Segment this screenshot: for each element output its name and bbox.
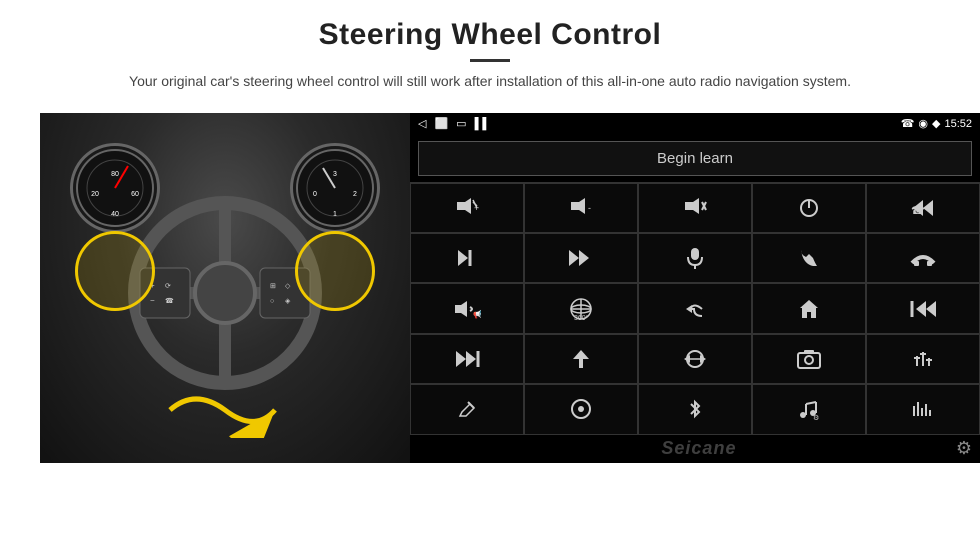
phone-status-icon: ☎ <box>901 117 915 130</box>
highlight-circle-right <box>295 231 375 311</box>
home-nav-icon[interactable]: ⬜ <box>434 117 448 130</box>
svg-text:3: 3 <box>333 171 337 178</box>
ctrl-skip-fwd[interactable] <box>524 233 638 283</box>
svg-text:80: 80 <box>111 171 119 178</box>
controls-grid: + - ☎ <box>410 182 980 435</box>
time-display: 15:52 <box>944 118 972 130</box>
title-divider <box>470 59 510 62</box>
ctrl-call[interactable] <box>752 233 866 283</box>
ctrl-hang-up[interactable] <box>866 233 980 283</box>
android-panel: ◁ ⬜ ▭ ▌▌ ☎ ◉ ◆ 15:52 Begin learn <box>410 113 980 463</box>
ctrl-bluetooth[interactable] <box>638 384 752 434</box>
ctrl-skip-end[interactable] <box>410 334 524 384</box>
title-section: Steering Wheel Control Your original car… <box>129 18 851 93</box>
svg-text:◈: ◈ <box>285 298 291 305</box>
ctrl-settings2[interactable] <box>524 384 638 434</box>
car-image: 80 40 20 60 3 1 0 2 <box>40 113 410 463</box>
ctrl-music[interactable]: ⚙ <box>752 384 866 434</box>
svg-text:○: ○ <box>270 298 274 305</box>
ctrl-mute[interactable] <box>638 183 752 233</box>
ctrl-edit[interactable] <box>410 384 524 434</box>
wifi-status-icon: ◆ <box>932 117 940 130</box>
ctrl-home[interactable] <box>752 283 866 333</box>
signal-icon: ▌▌ <box>475 118 491 130</box>
ctrl-switch[interactable] <box>638 334 752 384</box>
main-page: Steering Wheel Control Your original car… <box>0 0 980 547</box>
location-status-icon: ◉ <box>918 117 928 130</box>
begin-learn-button[interactable]: Begin learn <box>418 141 972 176</box>
svg-text:2: 2 <box>353 191 357 198</box>
steering-wheel: + − ⟳ ☎ ⊞ ◇ ○ ◈ <box>125 193 325 393</box>
ctrl-back[interactable] <box>638 283 752 333</box>
svg-text:-: - <box>588 203 591 213</box>
status-bar: ◁ ⬜ ▭ ▌▌ ☎ ◉ ◆ 15:52 <box>410 113 980 135</box>
svg-text:20: 20 <box>91 191 99 198</box>
ctrl-power[interactable] <box>752 183 866 233</box>
content-area: 80 40 20 60 3 1 0 2 <box>40 113 940 463</box>
settings-gear-icon[interactable]: ⚙ <box>956 438 972 459</box>
ctrl-prev-phone[interactable]: ☎ <box>866 183 980 233</box>
overview-nav-icon[interactable]: ▭ <box>456 117 466 130</box>
status-left: ◁ ⬜ ▭ ▌▌ <box>418 117 490 130</box>
subtitle-text: Your original car's steering wheel contr… <box>129 71 851 93</box>
status-right: ☎ ◉ ◆ 15:52 <box>901 117 972 130</box>
ctrl-speaker[interactable]: 📢 <box>410 283 524 333</box>
bottom-bar: Seicane ⚙ <box>410 435 980 463</box>
ctrl-nav[interactable] <box>524 334 638 384</box>
watermark-text: Seicane <box>442 438 956 459</box>
svg-text:+: + <box>474 203 479 213</box>
svg-text:⟳: ⟳ <box>165 283 171 290</box>
svg-text:360°: 360° <box>574 314 589 322</box>
svg-text:📢: 📢 <box>473 309 481 319</box>
ctrl-camera[interactable] <box>752 334 866 384</box>
ctrl-mic[interactable] <box>638 233 752 283</box>
ctrl-prev-track[interactable] <box>866 283 980 333</box>
ctrl-next[interactable] <box>410 233 524 283</box>
svg-text:⚙: ⚙ <box>813 414 819 420</box>
svg-text:◇: ◇ <box>285 283 291 290</box>
svg-text:⊞: ⊞ <box>270 283 276 290</box>
ctrl-spectrum[interactable] <box>866 384 980 434</box>
begin-learn-row: Begin learn <box>410 135 980 182</box>
svg-text:−: − <box>150 296 155 305</box>
ctrl-vol-up[interactable]: + <box>410 183 524 233</box>
svg-text:1: 1 <box>333 211 337 218</box>
highlight-circle-left <box>75 231 155 311</box>
svg-text:☎: ☎ <box>165 297 174 305</box>
svg-text:☎: ☎ <box>911 205 925 217</box>
ctrl-360[interactable]: 360° <box>524 283 638 333</box>
svg-text:40: 40 <box>111 211 119 218</box>
back-nav-icon[interactable]: ◁ <box>418 117 426 130</box>
arrow-container <box>165 383 285 443</box>
page-title: Steering Wheel Control <box>129 18 851 52</box>
ctrl-eq[interactable] <box>866 334 980 384</box>
ctrl-vol-down[interactable]: - <box>524 183 638 233</box>
